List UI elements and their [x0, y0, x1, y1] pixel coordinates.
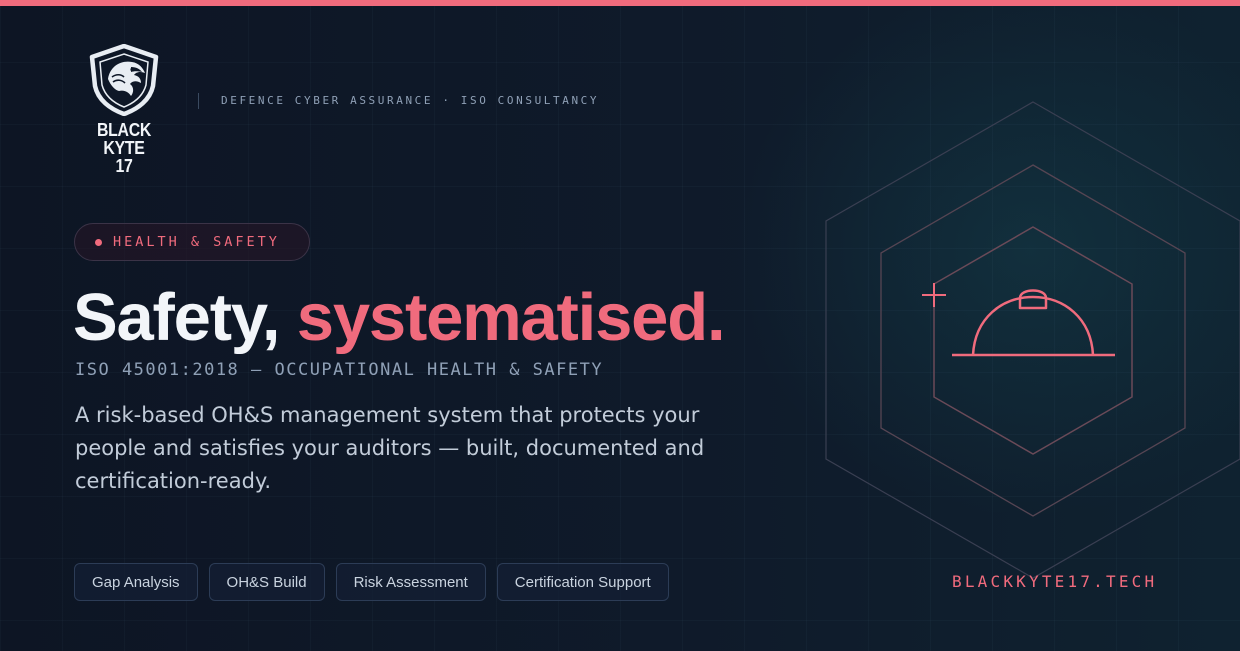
service-chip-risk-assessment[interactable]: Risk Assessment — [335, 563, 486, 601]
tagline: DEFENCE CYBER ASSURANCE · ISO CONSULTANC… — [198, 93, 599, 109]
badge-dot-icon — [95, 238, 102, 246]
service-chip-gap-analysis[interactable]: Gap Analysis — [74, 563, 198, 601]
inner-hexagon — [933, 226, 1133, 455]
category-badge: HEALTH & SAFETY — [74, 223, 310, 261]
title-part-2: systematised. — [296, 280, 726, 355]
badge-label: HEALTH & SAFETY — [113, 234, 280, 250]
description: A risk-based OH&S management system that… — [75, 403, 705, 493]
middle-hexagon — [880, 164, 1186, 517]
page-title: Safety, systematised. — [73, 280, 726, 356]
website-link[interactable]: BLACKKYTE17.TECH — [952, 572, 1157, 591]
eagle-shield-icon — [89, 44, 159, 116]
service-chip-certification-support[interactable]: Certification Support — [496, 563, 669, 601]
brand-number: 17 — [115, 156, 133, 176]
hard-hat-illustration — [825, 101, 1240, 579]
title-part-1: Safety, — [73, 280, 297, 355]
brand-logo: BLACK KYTE 17 — [72, 44, 176, 175]
plus-icon — [922, 283, 946, 307]
banner: BLACK KYTE 17 DEFENCE CYBER ASSURANCE · … — [0, 0, 1240, 651]
service-list: Gap Analysis OH&S Build Risk Assessment … — [74, 563, 669, 601]
accent-bar — [0, 0, 1240, 6]
service-chip-ohs-build[interactable]: OH&S Build — [208, 563, 325, 601]
brand-name: BLACK KYTE — [96, 120, 152, 158]
outer-hexagon — [825, 101, 1240, 579]
hard-hat-icon — [952, 289, 1115, 357]
standard-subtitle: ISO 45001:2018 — OCCUPATIONAL HEALTH & S… — [75, 360, 604, 380]
